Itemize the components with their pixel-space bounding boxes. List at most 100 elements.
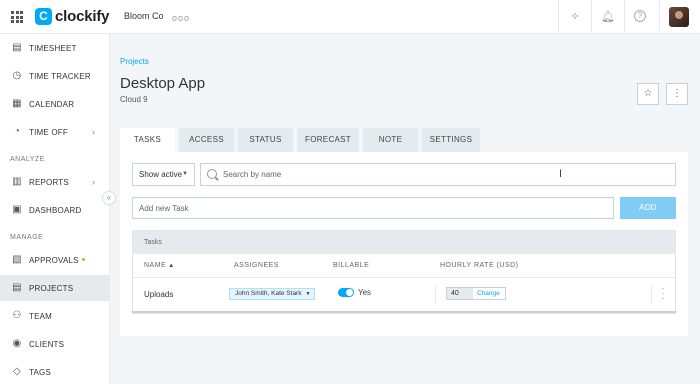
sidebar-item-approvals[interactable]: ▧ APPROVALS xyxy=(0,247,109,273)
divider xyxy=(624,0,625,34)
add-task-field[interactable] xyxy=(132,197,614,219)
assignee-value: John Smith, Kate Stark xyxy=(235,290,302,297)
breadcrumb[interactable]: Projects xyxy=(120,57,149,66)
tab-forecast[interactable]: FORECAST xyxy=(297,128,359,152)
clockify-logo-icon: C xyxy=(35,8,52,25)
sidebar-item-label: TIME TRACKER xyxy=(29,71,91,81)
search-field[interactable]: Ι xyxy=(200,163,676,186)
status-filter-select[interactable]: Show active ▼ xyxy=(132,163,195,186)
time-off-icon: ◔ xyxy=(13,126,21,137)
tags-icon: ◇ xyxy=(13,366,21,377)
row-separator xyxy=(133,277,675,278)
sidebar-item-team[interactable]: ⚇ TEAM xyxy=(0,303,109,329)
tab-note[interactable]: NOTE xyxy=(363,128,418,152)
sidebar-item-label: PROJECTS xyxy=(29,283,74,293)
tasks-panel: Show active ▼ Ι ADD Tasks NAME▲ ASSIGNEE… xyxy=(120,152,688,336)
clock-icon: ◷ xyxy=(12,70,22,81)
caret-down-icon: ▼ xyxy=(182,171,188,177)
favorite-star-button[interactable]: ☆ xyxy=(637,83,659,105)
billable-toggle[interactable] xyxy=(338,288,354,297)
sidebar-item-label: TIME OFF xyxy=(29,127,68,137)
dashboard-icon: ▣ xyxy=(12,204,22,215)
bell-icon[interactable]: 🔔︎ xyxy=(601,10,615,24)
row-more-icon[interactable]: · · · xyxy=(660,284,666,303)
hourly-rate-field: 40 Change xyxy=(446,287,506,300)
tab-settings[interactable]: SETTINGS xyxy=(422,128,480,152)
puzzle-icon[interactable]: ✧ xyxy=(568,10,582,24)
task-name[interactable]: Uploads xyxy=(144,290,173,299)
timesheet-icon: ▤ xyxy=(12,42,22,53)
sidebar-section-manage: MANAGE xyxy=(10,234,44,241)
cell-divider xyxy=(651,285,652,303)
tasks-table: Tasks NAME ▲ ASSIGNEES BILLABLE HOURLY RA… xyxy=(132,230,676,314)
column-header-hourly-rate: HOURLY RATE (USD) xyxy=(440,262,519,269)
chevron-right-icon: › xyxy=(92,177,96,187)
sidebar-item-reports[interactable]: ▥ REPORTS › xyxy=(0,169,109,195)
sidebar-item-label: DASHBOARD xyxy=(29,205,82,215)
clients-icon: ◉ xyxy=(12,338,22,349)
divider xyxy=(591,0,592,34)
project-more-button[interactable]: ⋮ xyxy=(666,83,688,105)
add-task-input[interactable] xyxy=(139,198,599,218)
table-bottom-border xyxy=(132,311,676,313)
tab-status[interactable]: STATUS xyxy=(238,128,293,152)
sort-arrow-icon: ▲ xyxy=(168,263,175,269)
sidebar-item-timesheet[interactable]: ▤ TIMESHEET xyxy=(0,35,109,61)
status-filter-value: Show active xyxy=(139,170,183,179)
sidebar-item-time-off[interactable]: ◔ TIME OFF › xyxy=(0,119,109,145)
sidebar-item-label: REPORTS xyxy=(29,177,69,187)
table-caption: Tasks xyxy=(133,231,675,254)
sidebar-item-label: TAGS xyxy=(29,367,51,377)
assignee-select[interactable]: John Smith, Kate Stark ▼ xyxy=(229,288,316,300)
sidebar-item-tags[interactable]: ◇ TAGS xyxy=(0,359,109,384)
text-cursor-icon: Ι xyxy=(559,168,563,180)
approvals-icon: ▧ xyxy=(12,254,22,265)
avatar[interactable] xyxy=(669,7,689,27)
workspace-name[interactable]: Bloom Co xyxy=(124,11,164,21)
column-header-assignees: ASSIGNEES xyxy=(234,262,279,269)
sidebar-item-label: TEAM xyxy=(29,311,53,321)
cell-divider xyxy=(435,285,436,303)
sidebar-item-calendar[interactable]: ▦ CALENDAR xyxy=(0,91,109,117)
search-icon xyxy=(207,169,217,179)
tab-tasks[interactable]: TASKS xyxy=(120,128,175,152)
reports-icon: ▥ xyxy=(12,176,22,187)
sidebar-section-analyze: ANALYZE xyxy=(10,156,45,163)
projects-icon: ▤ xyxy=(12,282,22,293)
chevron-right-icon: › xyxy=(92,127,96,137)
team-icon: ⚇ xyxy=(12,310,22,321)
column-header-name[interactable]: NAME ▲ xyxy=(144,262,175,269)
add-task-button[interactable]: ADD xyxy=(620,197,676,219)
divider xyxy=(558,0,559,34)
sidebar: ▤ TIMESHEET ◷ TIME TRACKER ▦ CALENDAR ◔ … xyxy=(0,34,110,384)
star-icon: ☆ xyxy=(643,88,653,99)
calendar-icon: ▦ xyxy=(12,98,22,109)
workspace-more-icon[interactable]: ooo xyxy=(172,13,190,23)
sidebar-item-label: CALENDAR xyxy=(29,99,75,109)
logo[interactable]: C clockify xyxy=(35,8,109,25)
apps-grid-icon[interactable] xyxy=(11,11,23,23)
collapse-sidebar-button[interactable]: « xyxy=(102,191,116,205)
page-title: Desktop App xyxy=(120,75,206,92)
help-icon[interactable]: ? xyxy=(634,10,646,22)
top-bar: C clockify Bloom Co ooo ✧ 🔔︎ ? xyxy=(0,0,700,34)
logo-text: clockify xyxy=(55,8,110,25)
sidebar-item-projects[interactable]: ▤ PROJECTS xyxy=(0,275,109,301)
kebab-menu-icon: ⋮ xyxy=(672,88,682,99)
hourly-rate-value: 40 xyxy=(447,288,473,299)
sidebar-item-label: CLIENTS xyxy=(29,339,65,349)
notification-dot xyxy=(82,258,85,261)
tab-access[interactable]: ACCESS xyxy=(179,128,234,152)
sidebar-item-label: TIMESHEET xyxy=(29,43,77,53)
sidebar-item-clients[interactable]: ◉ CLIENTS xyxy=(0,331,109,357)
caret-down-icon: ▼ xyxy=(305,291,311,297)
sidebar-item-time-tracker[interactable]: ◷ TIME TRACKER xyxy=(0,63,109,89)
sidebar-item-dashboard[interactable]: ▣ DASHBOARD xyxy=(0,197,109,223)
search-input[interactable] xyxy=(223,164,663,185)
billable-label: Yes xyxy=(358,288,372,297)
sidebar-item-label: APPROVALS xyxy=(29,255,79,265)
divider xyxy=(659,0,660,34)
change-rate-link[interactable]: Change xyxy=(477,288,500,299)
project-client: Cloud 9 xyxy=(120,95,148,104)
column-header-billable: BILLABLE xyxy=(333,262,370,269)
